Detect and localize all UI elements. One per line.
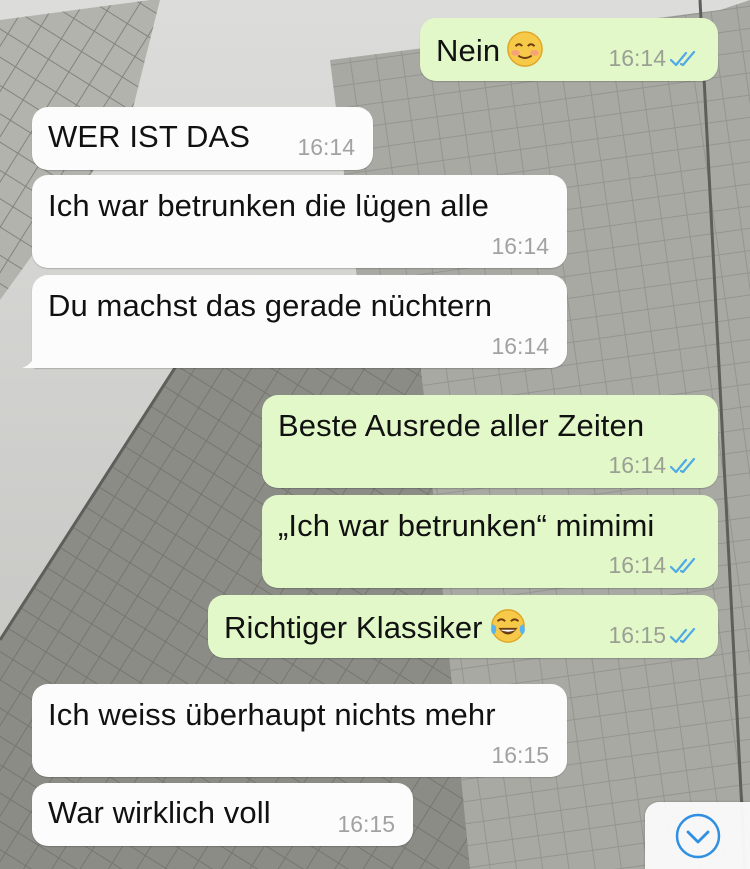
- message-meta: 16:15: [608, 622, 700, 649]
- message-outgoing[interactable]: „Ich war betrunken“ mimimi 16:14: [262, 495, 718, 588]
- message-text: Richtiger Klassiker: [224, 607, 527, 646]
- bubble-tail: [22, 346, 44, 368]
- message-text: Beste Ausrede aller Zeiten: [278, 408, 645, 443]
- double-check-read-icon: [670, 557, 696, 573]
- double-check-read-icon: [670, 627, 696, 643]
- message-time: 16:14: [608, 452, 666, 478]
- message-meta: 16:15: [491, 742, 549, 769]
- message-meta: 16:14: [608, 552, 700, 579]
- message-time: 16:15: [491, 742, 549, 768]
- message-incoming[interactable]: Du machst das gerade nüchtern 16:14: [22, 275, 567, 368]
- message-time: 16:14: [297, 134, 355, 160]
- message-meta: 16:14: [297, 134, 355, 161]
- chevron-down-circle-icon: [675, 813, 720, 858]
- scroll-to-bottom-button[interactable]: [645, 802, 750, 869]
- message-text: Du machst das gerade nüchtern: [48, 288, 493, 323]
- message-meta: 16:15: [337, 811, 395, 838]
- message-text: Nein: [436, 30, 544, 69]
- smiling-blush-emoji-icon: [507, 31, 543, 67]
- message-outgoing[interactable]: Nein 16:14: [420, 18, 718, 81]
- message-outgoing[interactable]: Richtiger Klassiker 16:15: [208, 595, 718, 658]
- message-time: 16:14: [491, 333, 549, 359]
- message-text: Ich weiss überhaupt nichts mehr: [48, 697, 496, 732]
- message-incoming[interactable]: WER IST DAS 16:14: [32, 107, 373, 170]
- message-meta: 16:14: [491, 333, 549, 360]
- message-text: „Ich war betrunken“ mimimi: [278, 508, 655, 543]
- message-time: 16:14: [491, 233, 549, 259]
- message-incoming[interactable]: Ich weiss überhaupt nichts mehr 16:15: [32, 684, 567, 777]
- message-list[interactable]: Nein 16:14 WER IST DAS 16:14 Ich war bet…: [0, 0, 750, 869]
- double-check-read-icon: [670, 50, 696, 66]
- message-incoming[interactable]: Ich war betrunken die lügen alle 16:14: [32, 175, 567, 268]
- message-meta: 16:14: [491, 233, 549, 260]
- message-outgoing[interactable]: Beste Ausrede aller Zeiten 16:14: [262, 395, 718, 488]
- message-text: Ich war betrunken die lügen alle: [48, 188, 489, 223]
- message-text: WER IST DAS: [48, 119, 251, 154]
- tears-of-joy-emoji-icon: [490, 609, 525, 643]
- message-time: 16:15: [608, 622, 666, 648]
- message-text: War wirklich voll: [48, 795, 271, 830]
- double-check-read-icon: [670, 457, 696, 473]
- message-meta: 16:14: [608, 45, 700, 72]
- message-meta: 16:14: [608, 452, 700, 479]
- message-incoming[interactable]: War wirklich voll 16:15: [32, 783, 413, 846]
- message-time: 16:15: [337, 811, 395, 837]
- message-time: 16:14: [608, 45, 666, 71]
- message-time: 16:14: [608, 552, 666, 578]
